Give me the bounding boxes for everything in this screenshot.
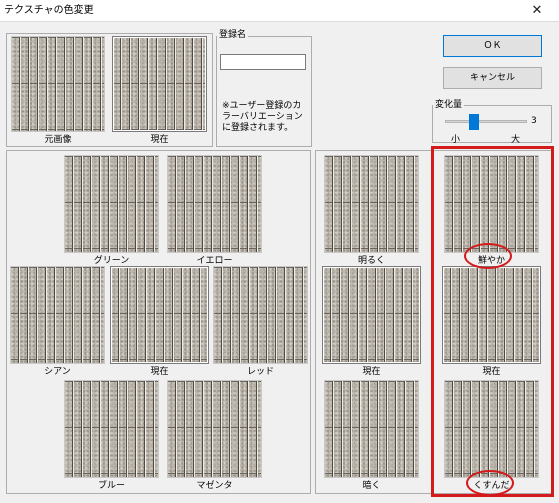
change-amount-max: 大 <box>511 135 521 145</box>
hue-magenta-label: マゼンタ <box>196 481 233 491</box>
ok-label: ＯＫ <box>483 41 502 51</box>
window-title: テクスチャの色変更 <box>4 5 94 16</box>
vivid-label-highlight <box>464 243 512 269</box>
hue-red-label: レッド <box>246 367 274 377</box>
close-button[interactable]: ✕ <box>515 0 559 22</box>
change-amount-group: 変化量 3 小 大 <box>432 100 552 145</box>
hue-yellow-texture[interactable] <box>167 155 262 253</box>
hue-cyan-texture[interactable] <box>10 266 105 364</box>
current-texture <box>112 36 207 132</box>
hue-current-label: 現在 <box>150 367 169 377</box>
brightness-darker-label: 暗く <box>362 481 381 491</box>
current-label: 現在 <box>150 135 169 145</box>
cancel-button[interactable]: キャンセル <box>443 67 542 89</box>
hue-magenta-texture[interactable] <box>167 380 262 478</box>
change-amount-value: 3 <box>531 116 537 126</box>
register-group: 登録名 ※ユーザー登録のカラーバリエーションに登録されます。 <box>216 30 312 147</box>
change-amount-min: 小 <box>451 135 461 145</box>
brightness-current-texture[interactable] <box>322 266 421 364</box>
brightness-darker-texture[interactable] <box>324 380 419 478</box>
hue-red-texture[interactable] <box>213 266 308 364</box>
hue-blue-label: ブルー <box>97 481 125 491</box>
hue-cyan-label: シアン <box>44 367 71 377</box>
brightness-current-label: 現在 <box>362 367 381 377</box>
original-label: 元画像 <box>44 135 72 145</box>
preview-panel: 元画像 現在 <box>6 33 213 147</box>
saturation-highlight-box <box>431 146 554 497</box>
ok-button[interactable]: ＯＫ <box>443 35 542 57</box>
close-icon: ✕ <box>531 3 543 18</box>
hue-current-texture[interactable] <box>110 266 209 364</box>
change-amount-track[interactable] <box>445 120 527 123</box>
hue-blue-texture[interactable] <box>64 380 159 478</box>
hue-panel: グリーン イエロー シアン 現在 レッド ブルー マゼンタ <box>6 150 311 494</box>
register-name-input[interactable] <box>220 54 306 70</box>
register-note: ※ユーザー登録のカラーバリエーションに登録されます。 <box>222 101 303 133</box>
original-texture <box>11 36 105 132</box>
hue-green-texture[interactable] <box>64 155 159 253</box>
change-amount-title: 変化量 <box>433 100 465 111</box>
dull-label-highlight <box>466 470 514 496</box>
change-amount-thumb[interactable] <box>468 114 479 130</box>
title-bar: テクスチャの色変更 ✕ <box>0 0 559 22</box>
cancel-label: キャンセル <box>469 73 515 83</box>
brightness-brighter-texture[interactable] <box>324 155 419 253</box>
register-title: 登録名 <box>217 30 249 41</box>
